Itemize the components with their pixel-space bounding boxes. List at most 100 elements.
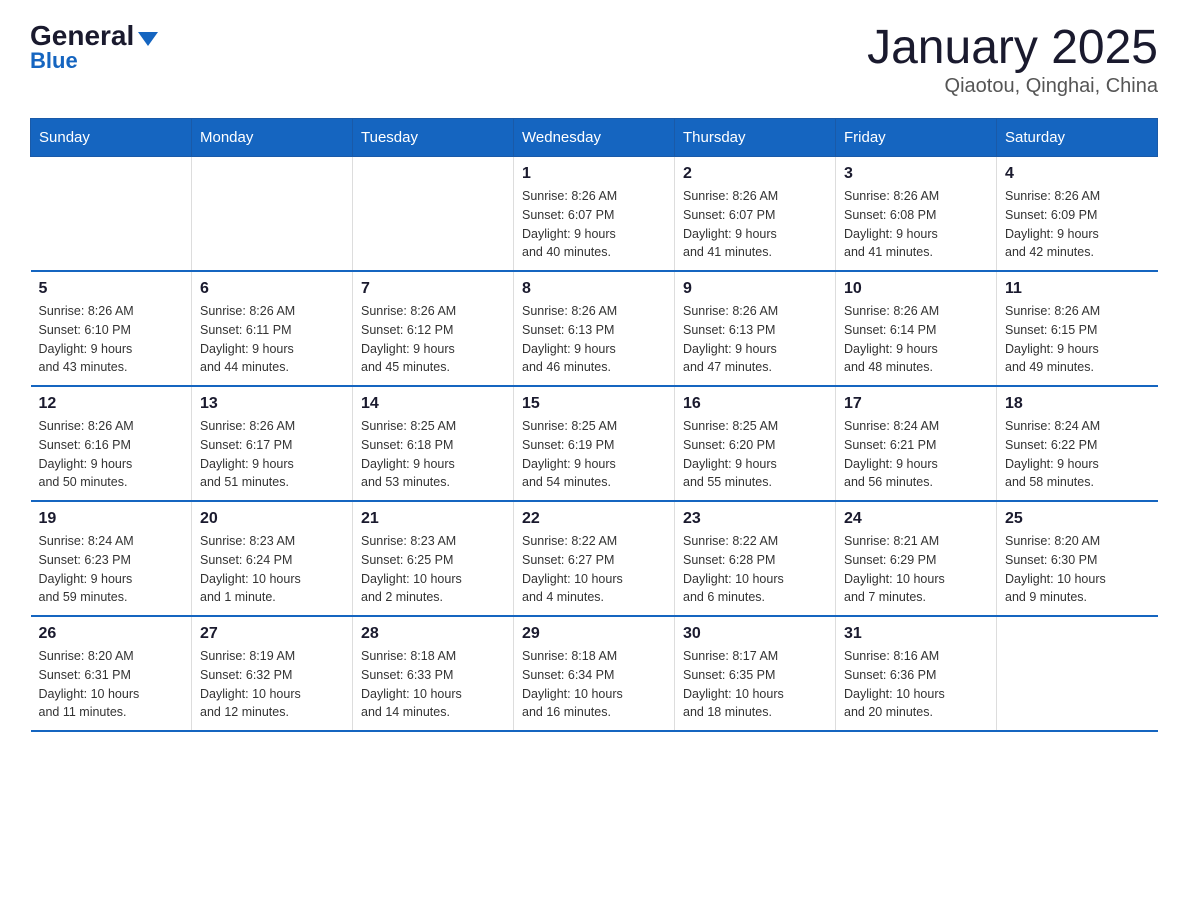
day-info: Sunrise: 8:16 AM Sunset: 6:36 PM Dayligh… <box>844 647 988 722</box>
calendar-day-cell: 8Sunrise: 8:26 AM Sunset: 6:13 PM Daylig… <box>514 271 675 386</box>
day-info: Sunrise: 8:24 AM Sunset: 6:23 PM Dayligh… <box>39 532 184 607</box>
day-number: 10 <box>844 280 988 298</box>
calendar-week-row: 12 Sunrise: 8:26 AM Sunset: 6:16 PM Dayli… <box>31 386 1158 501</box>
day-info: Sunrise: 8:22 AM Sunset: 6:27 PM Dayligh… <box>522 532 666 607</box>
calendar-day-cell: 26 Sunrise: 8:20 AM Sunset: 6:31 PM Dayli… <box>31 616 192 731</box>
day-number: 14 <box>361 395 505 413</box>
day-number: 23 <box>683 510 827 528</box>
day-info: Sunrise: 8:23 AM Sunset: 6:25 PM Dayligh… <box>361 532 505 607</box>
day-info: Sunrise: 8:25 AM Sunset: 6:19 PM Dayligh… <box>522 417 666 492</box>
calendar-day-cell: 19 Sunrise: 8:24 AM Sunset: 6:23 PM Dayli… <box>31 501 192 616</box>
day-number: 18 <box>1005 395 1150 413</box>
logo-blue-text: Blue <box>30 48 78 74</box>
day-info: Sunrise: 8:26 AM Sunset: 6:08 PM Dayligh… <box>844 187 988 262</box>
day-number: 15 <box>522 395 666 413</box>
calendar-table: SundayMondayTuesdayWednesdayThursdayFrid… <box>30 118 1158 732</box>
day-info: Sunrise: 8:25 AM Sunset: 6:20 PM Dayligh… <box>683 417 827 492</box>
day-info: Sunrise: 8:26 AM Sunset: 6:07 PM Dayligh… <box>522 187 666 262</box>
day-number: 29 <box>522 625 666 643</box>
calendar-day-cell: 5Sunrise: 8:26 AM Sunset: 6:10 PM Daylig… <box>31 271 192 386</box>
calendar-day-cell: 13Sunrise: 8:26 AM Sunset: 6:17 PM Dayli… <box>192 386 353 501</box>
calendar-day-cell: 25 Sunrise: 8:20 AM Sunset: 6:30 PM Dayli… <box>997 501 1158 616</box>
day-number: 2 <box>683 165 827 183</box>
day-info: Sunrise: 8:24 AM Sunset: 6:22 PM Dayligh… <box>1005 417 1150 492</box>
day-number: 31 <box>844 625 988 643</box>
calendar-week-row: 26 Sunrise: 8:20 AM Sunset: 6:31 PM Dayli… <box>31 616 1158 731</box>
day-number: 19 <box>39 510 184 528</box>
calendar-day-cell: 30 Sunrise: 8:17 AM Sunset: 6:35 PM Dayli… <box>675 616 836 731</box>
day-info: Sunrise: 8:26 AM Sunset: 6:10 PM Dayligh… <box>39 302 184 377</box>
calendar-day-cell: 15 Sunrise: 8:25 AM Sunset: 6:19 PM Dayli… <box>514 386 675 501</box>
day-of-week-header: Saturday <box>997 119 1158 157</box>
day-info: Sunrise: 8:17 AM Sunset: 6:35 PM Dayligh… <box>683 647 827 722</box>
day-info: Sunrise: 8:18 AM Sunset: 6:33 PM Dayligh… <box>361 647 505 722</box>
title-block: January 2025 Qiaotou, Qinghai, China <box>867 20 1158 98</box>
calendar-day-cell: 27 Sunrise: 8:19 AM Sunset: 6:32 PM Dayli… <box>192 616 353 731</box>
calendar-day-cell: 3 Sunrise: 8:26 AM Sunset: 6:08 PM Daylig… <box>836 157 997 272</box>
calendar-day-cell: 9 Sunrise: 8:26 AM Sunset: 6:13 PM Daylig… <box>675 271 836 386</box>
calendar-title: January 2025 <box>867 20 1158 75</box>
day-info: Sunrise: 8:19 AM Sunset: 6:32 PM Dayligh… <box>200 647 344 722</box>
calendar-subtitle: Qiaotou, Qinghai, China <box>867 75 1158 98</box>
calendar-day-cell: 7 Sunrise: 8:26 AM Sunset: 6:12 PM Daylig… <box>353 271 514 386</box>
day-number: 28 <box>361 625 505 643</box>
day-info: Sunrise: 8:21 AM Sunset: 6:29 PM Dayligh… <box>844 532 988 607</box>
day-info: Sunrise: 8:26 AM Sunset: 6:17 PM Dayligh… <box>200 417 344 492</box>
calendar-day-cell: 11 Sunrise: 8:26 AM Sunset: 6:15 PM Dayli… <box>997 271 1158 386</box>
day-number: 21 <box>361 510 505 528</box>
day-info: Sunrise: 8:26 AM Sunset: 6:11 PM Dayligh… <box>200 302 344 377</box>
day-number: 11 <box>1005 280 1150 298</box>
calendar-day-cell: 23 Sunrise: 8:22 AM Sunset: 6:28 PM Dayli… <box>675 501 836 616</box>
calendar-day-cell: 14 Sunrise: 8:25 AM Sunset: 6:18 PM Dayli… <box>353 386 514 501</box>
calendar-day-cell: 10Sunrise: 8:26 AM Sunset: 6:14 PM Dayli… <box>836 271 997 386</box>
day-number: 25 <box>1005 510 1150 528</box>
day-number: 1 <box>522 165 666 183</box>
day-info: Sunrise: 8:26 AM Sunset: 6:15 PM Dayligh… <box>1005 302 1150 377</box>
day-number: 9 <box>683 280 827 298</box>
day-info: Sunrise: 8:18 AM Sunset: 6:34 PM Dayligh… <box>522 647 666 722</box>
day-info: Sunrise: 8:25 AM Sunset: 6:18 PM Dayligh… <box>361 417 505 492</box>
day-number: 27 <box>200 625 344 643</box>
calendar-day-cell: 16Sunrise: 8:25 AM Sunset: 6:20 PM Dayli… <box>675 386 836 501</box>
day-of-week-header: Thursday <box>675 119 836 157</box>
calendar-day-cell: 24Sunrise: 8:21 AM Sunset: 6:29 PM Dayli… <box>836 501 997 616</box>
day-number: 4 <box>1005 165 1150 183</box>
day-number: 6 <box>200 280 344 298</box>
day-info: Sunrise: 8:20 AM Sunset: 6:30 PM Dayligh… <box>1005 532 1150 607</box>
day-info: Sunrise: 8:22 AM Sunset: 6:28 PM Dayligh… <box>683 532 827 607</box>
calendar-day-cell: 22 Sunrise: 8:22 AM Sunset: 6:27 PM Dayli… <box>514 501 675 616</box>
day-info: Sunrise: 8:20 AM Sunset: 6:31 PM Dayligh… <box>39 647 184 722</box>
day-number: 7 <box>361 280 505 298</box>
day-info: Sunrise: 8:26 AM Sunset: 6:09 PM Dayligh… <box>1005 187 1150 262</box>
day-of-week-header: Friday <box>836 119 997 157</box>
day-info: Sunrise: 8:26 AM Sunset: 6:16 PM Dayligh… <box>39 417 184 492</box>
day-number: 22 <box>522 510 666 528</box>
calendar-week-row: 19 Sunrise: 8:24 AM Sunset: 6:23 PM Dayli… <box>31 501 1158 616</box>
day-info: Sunrise: 8:26 AM Sunset: 6:07 PM Dayligh… <box>683 187 827 262</box>
page-header: General Blue January 2025 Qiaotou, Qingh… <box>30 20 1158 98</box>
day-of-week-header: Tuesday <box>353 119 514 157</box>
calendar-day-cell: 1 Sunrise: 8:26 AM Sunset: 6:07 PM Daylig… <box>514 157 675 272</box>
calendar-day-cell: 28 Sunrise: 8:18 AM Sunset: 6:33 PM Dayli… <box>353 616 514 731</box>
day-info: Sunrise: 8:26 AM Sunset: 6:12 PM Dayligh… <box>361 302 505 377</box>
day-number: 12 <box>39 395 184 413</box>
day-number: 8 <box>522 280 666 298</box>
logo-arrow-icon <box>138 32 158 46</box>
calendar-week-row: 1 Sunrise: 8:26 AM Sunset: 6:07 PM Daylig… <box>31 157 1158 272</box>
day-number: 20 <box>200 510 344 528</box>
day-info: Sunrise: 8:23 AM Sunset: 6:24 PM Dayligh… <box>200 532 344 607</box>
day-number: 17 <box>844 395 988 413</box>
calendar-day-cell: 31 Sunrise: 8:16 AM Sunset: 6:36 PM Dayli… <box>836 616 997 731</box>
calendar-day-cell: 6 Sunrise: 8:26 AM Sunset: 6:11 PM Daylig… <box>192 271 353 386</box>
day-info: Sunrise: 8:24 AM Sunset: 6:21 PM Dayligh… <box>844 417 988 492</box>
day-info: Sunrise: 8:26 AM Sunset: 6:13 PM Dayligh… <box>683 302 827 377</box>
calendar-day-cell: 21 Sunrise: 8:23 AM Sunset: 6:25 PM Dayli… <box>353 501 514 616</box>
day-number: 26 <box>39 625 184 643</box>
calendar-day-cell: 17 Sunrise: 8:24 AM Sunset: 6:21 PM Dayli… <box>836 386 997 501</box>
calendar-day-cell <box>353 157 514 272</box>
calendar-day-cell <box>997 616 1158 731</box>
calendar-day-cell: 29 Sunrise: 8:18 AM Sunset: 6:34 PM Dayli… <box>514 616 675 731</box>
calendar-day-cell: 2 Sunrise: 8:26 AM Sunset: 6:07 PM Daylig… <box>675 157 836 272</box>
day-number: 30 <box>683 625 827 643</box>
day-number: 3 <box>844 165 988 183</box>
